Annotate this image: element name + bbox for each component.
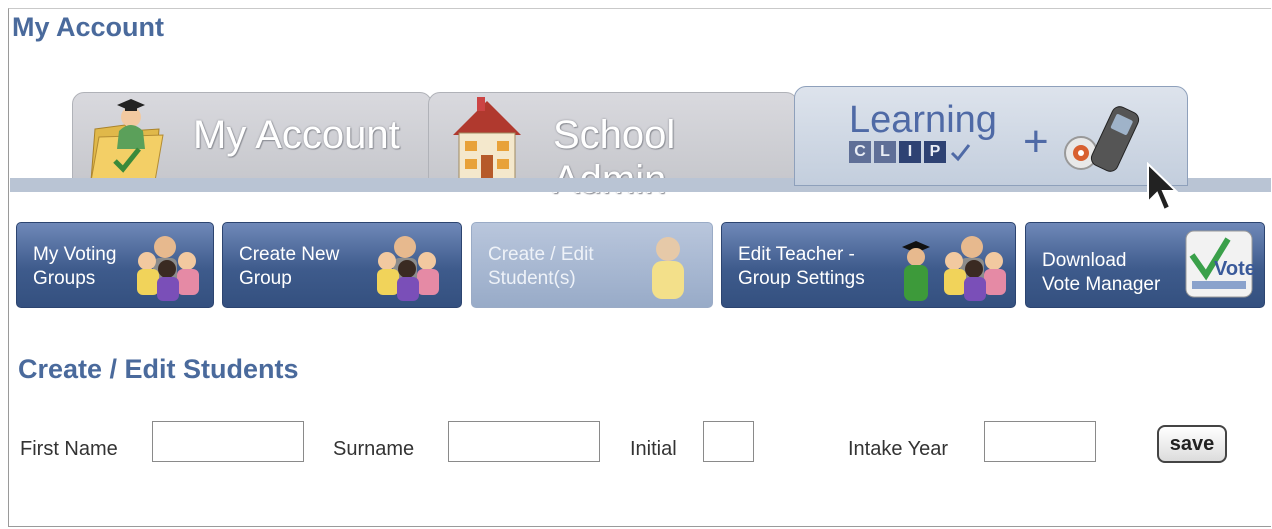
- section-title: Create / Edit Students: [18, 354, 299, 384]
- save-button[interactable]: save: [1157, 425, 1227, 463]
- clip-letters: C L I P: [849, 141, 971, 163]
- tab-learning-clip[interactable]: Learning C L I P +: [794, 86, 1188, 186]
- button-label: Create / Edit Student(s): [488, 244, 594, 289]
- group-people-icon: [377, 236, 439, 301]
- mouse-cursor-icon: [1147, 162, 1179, 212]
- learning-clip-logo: Learning: [849, 99, 997, 141]
- intake-year-input[interactable]: [984, 421, 1096, 462]
- group-people-icon: [137, 236, 199, 301]
- button-label: Edit Teacher - Group Settings: [738, 244, 865, 289]
- check-icon: [950, 144, 971, 162]
- folder-graduate-icon: [90, 99, 164, 181]
- page-title: My Account: [12, 12, 165, 42]
- initial-input[interactable]: [703, 421, 754, 462]
- edit-teacher-group-settings-button[interactable]: Edit Teacher - Group Settings: [721, 222, 1016, 308]
- plus-sign: +: [1023, 117, 1049, 166]
- button-label: Create New Group: [239, 244, 340, 289]
- create-new-group-button[interactable]: Create New Group: [222, 222, 462, 308]
- first-name-label: First Name: [20, 438, 118, 460]
- svg-text:Vote: Vote: [1214, 258, 1254, 280]
- tab-my-account[interactable]: My Account: [72, 92, 432, 184]
- voting-handset-icon: [1064, 106, 1140, 172]
- surname-label: Surname: [333, 438, 415, 460]
- tab-label: My Account: [193, 113, 400, 157]
- create-edit-students-button[interactable]: Create / Edit Student(s): [471, 222, 713, 308]
- vote-logo-icon: Vote: [1185, 230, 1254, 298]
- intake-year-label: Intake Year: [848, 438, 949, 460]
- first-name-input[interactable]: [152, 421, 304, 462]
- surname-input[interactable]: [448, 421, 600, 462]
- teacher-group-icon: [902, 236, 1006, 301]
- tab-school-admin[interactable]: School Admin: [428, 92, 798, 202]
- school-house-icon: [453, 97, 521, 182]
- button-label: Download Vote Manager: [1042, 250, 1161, 295]
- download-vote-manager-button[interactable]: Download Vote Manager Vote: [1025, 222, 1265, 308]
- student-icon: [652, 237, 684, 299]
- initial-label: Initial: [630, 438, 677, 460]
- my-voting-groups-button[interactable]: My Voting Groups: [16, 222, 214, 308]
- button-label: My Voting Groups: [33, 244, 117, 289]
